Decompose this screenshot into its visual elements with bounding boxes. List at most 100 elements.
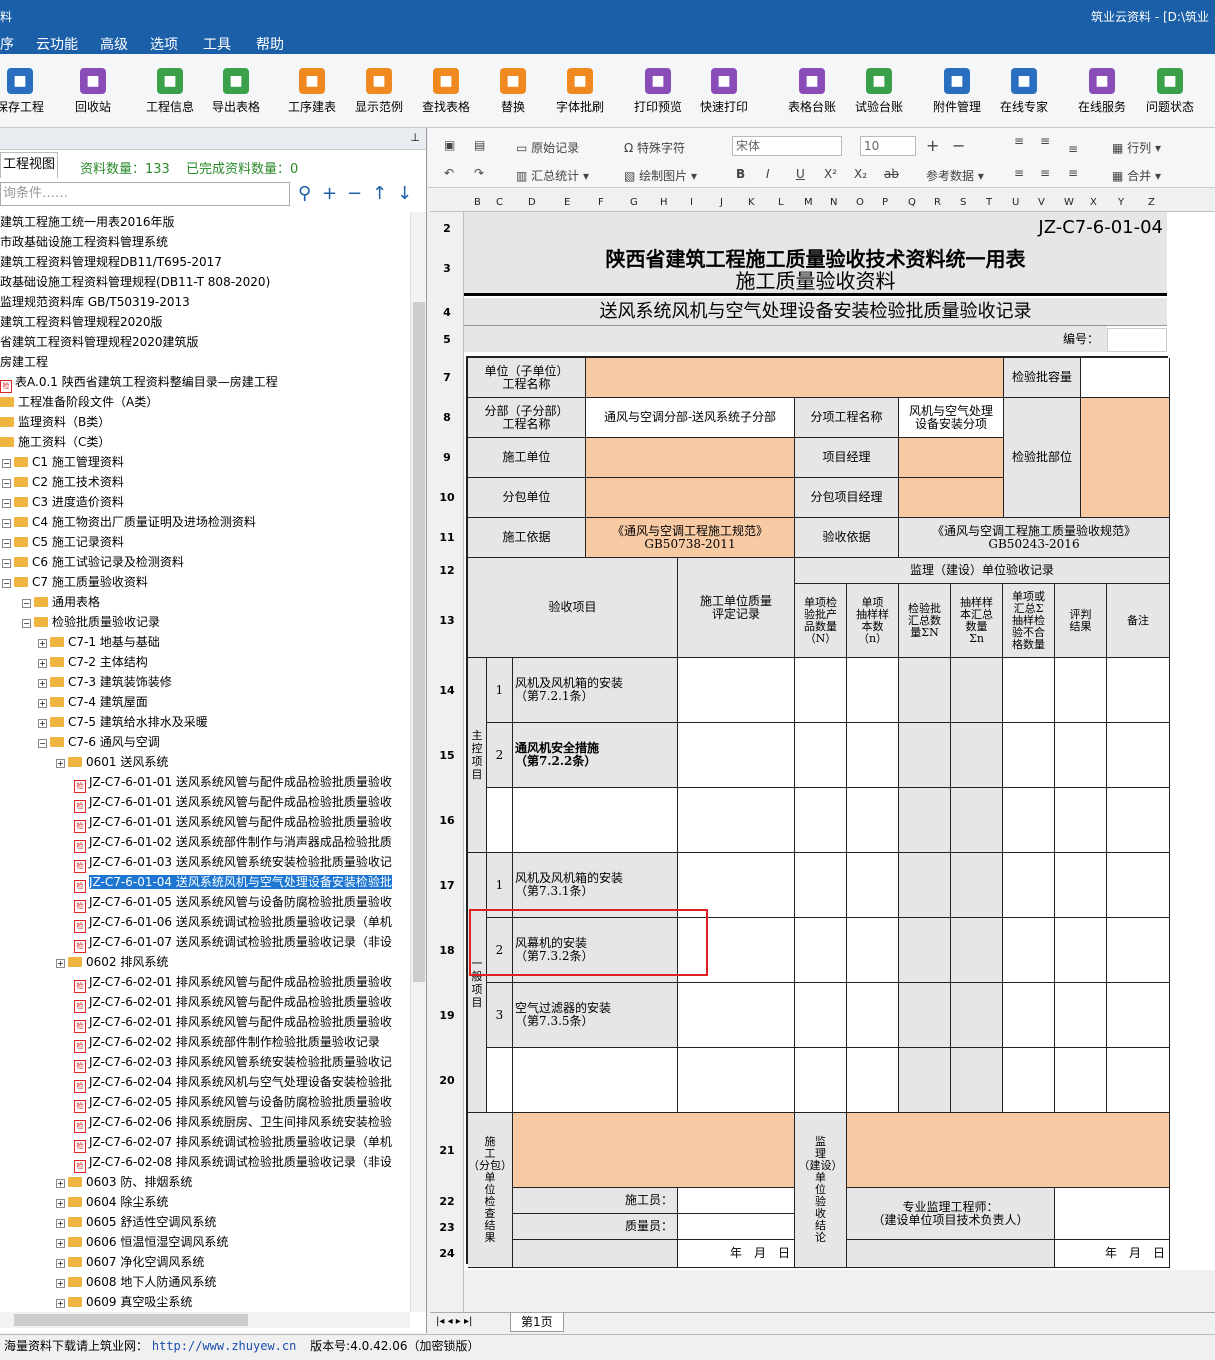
sheet-nav-icon[interactable]: |◂ ◂ ▸ ▸| xyxy=(436,1316,472,1327)
record-cell[interactable] xyxy=(1107,1048,1170,1113)
record-cell[interactable] xyxy=(1003,853,1055,918)
strikethrough-icon[interactable]: ab xyxy=(884,167,899,181)
row-header[interactable]: 18 xyxy=(430,944,464,957)
tree-node[interactable]: 工程准备阶段文件（A类） xyxy=(0,392,158,412)
merge-button[interactable]: ▦ 合并 ▾ xyxy=(1112,167,1161,184)
record-cell[interactable] xyxy=(847,1048,899,1113)
decrease-icon[interactable]: − xyxy=(952,136,965,155)
tree-node[interactable]: 检 JZ-C7-6-02-05 排风系统风管与设备防腐检验批质量验收 xyxy=(74,1092,392,1113)
column-header[interactable]: D xyxy=(528,197,536,208)
tree-node[interactable]: 建筑工程施工统一用表2016年版 xyxy=(0,212,175,232)
tree-node[interactable]: + C7-5 建筑给水排水及采暖 xyxy=(38,712,208,732)
undo-icon[interactable]: ↶ xyxy=(444,166,454,180)
row-header[interactable]: 2 xyxy=(430,222,464,235)
tree-node[interactable]: 房建工程 xyxy=(0,352,48,372)
record-cell[interactable] xyxy=(1003,918,1055,983)
column-header[interactable]: E xyxy=(564,197,570,208)
toolbar-button[interactable]: ■ 在线专家 xyxy=(994,68,1054,115)
row-header[interactable]: 21 xyxy=(430,1144,464,1157)
tree-node[interactable]: − C2 施工技术资料 xyxy=(2,472,124,492)
menu-item[interactable]: 帮助 xyxy=(256,34,284,54)
toolbar-button[interactable]: ■ 附件管理 xyxy=(927,68,987,115)
sub-pm-field[interactable] xyxy=(899,478,1004,518)
tree-node[interactable]: − 通用表格 xyxy=(22,592,100,612)
capacity-field[interactable] xyxy=(1081,358,1170,398)
record-cell[interactable] xyxy=(899,658,951,723)
align-top-icon[interactable]: ≡ xyxy=(1014,134,1024,148)
tree-node[interactable]: + C7-3 建筑装饰装修 xyxy=(38,672,172,692)
underline-icon[interactable]: U xyxy=(796,167,805,181)
expand-icon[interactable]: + xyxy=(38,639,47,648)
align-left-icon[interactable]: ≡ xyxy=(1014,166,1024,180)
expand-icon[interactable]: + xyxy=(38,699,47,708)
record-cell[interactable] xyxy=(795,723,847,788)
record-cell[interactable] xyxy=(951,983,1003,1048)
record-cell[interactable] xyxy=(899,788,951,853)
toolbar-button[interactable]: ■ 导出表格 xyxy=(206,68,266,115)
reference-data-button[interactable]: 参考数据 ▾ xyxy=(926,167,984,184)
column-header[interactable]: K xyxy=(748,197,755,208)
empty-cell[interactable] xyxy=(487,1048,513,1113)
tree-horizontal-scrollbar[interactable] xyxy=(0,1312,410,1328)
align-middle-icon[interactable]: ≡ xyxy=(1040,134,1050,148)
move-up-icon[interactable]: ↑ xyxy=(372,184,387,204)
record-cell[interactable] xyxy=(795,1048,847,1113)
redo-icon[interactable]: ↷ xyxy=(474,166,484,180)
tree-node[interactable]: +0606 恒温恒湿空调风系统 xyxy=(56,1232,228,1252)
tree-node[interactable]: + C7-2 主体结构 xyxy=(38,652,148,672)
row-header[interactable]: 22 xyxy=(430,1195,464,1208)
expand-icon[interactable]: − xyxy=(22,599,31,608)
tree-node[interactable]: 检 JZ-C7-6-02-01 排风系统风管与配件成品检验批质量验收 xyxy=(74,992,392,1013)
tree-node[interactable]: 监理资料（B类） xyxy=(0,412,110,432)
column-header[interactable]: C xyxy=(496,197,503,208)
record-cell[interactable] xyxy=(795,658,847,723)
bold-icon[interactable]: B xyxy=(736,167,745,181)
toolbar-button[interactable]: ■ 工程信息 xyxy=(140,68,200,115)
empty-cell[interactable] xyxy=(487,788,513,853)
toolbar-button[interactable]: ■ 问题状态 xyxy=(1140,68,1200,115)
empty-cell[interactable] xyxy=(513,1048,678,1113)
toolbar-button[interactable]: ■ 试验台账 xyxy=(849,68,909,115)
column-header[interactable]: W xyxy=(1064,197,1074,208)
record-cell[interactable] xyxy=(847,983,899,1048)
tree-node[interactable]: − C4 施工物资出厂质量证明及进场检测资料 xyxy=(2,512,256,532)
record-cell[interactable] xyxy=(795,918,847,983)
record-cell[interactable] xyxy=(1107,853,1170,918)
row-header[interactable]: 9 xyxy=(430,451,464,464)
align-center-icon[interactable]: ≡ xyxy=(1040,166,1050,180)
pin-icon[interactable]: ⊥ xyxy=(410,131,420,144)
toolbar-button[interactable]: ■ 字体批刷 xyxy=(550,68,610,115)
expand-icon[interactable]: − xyxy=(38,739,47,748)
tree-node[interactable]: +0608 地下人防通风系统 xyxy=(56,1272,216,1292)
record-cell[interactable] xyxy=(951,918,1003,983)
record-cell[interactable] xyxy=(1003,1048,1055,1113)
align-bottom-icon[interactable]: ≡ xyxy=(1068,142,1078,156)
expand-icon[interactable]: + xyxy=(56,1279,65,1288)
tree-node[interactable]: 检 JZ-C7-6-01-04 送风系统风机与空气处理设备安装检验批 xyxy=(74,872,392,893)
worker-field[interactable] xyxy=(678,1188,795,1214)
row-header[interactable]: 8 xyxy=(430,411,464,424)
column-header[interactable]: U xyxy=(1012,197,1019,208)
row-header[interactable]: 4 xyxy=(430,306,464,319)
tree-node[interactable]: 检 JZ-C7-6-01-07 送风系统调试检验批质量验收记录（非设 xyxy=(74,932,392,953)
expand-icon[interactable]: − xyxy=(2,459,11,468)
row-header[interactable]: 20 xyxy=(430,1074,464,1087)
expand-icon[interactable]: − xyxy=(2,499,11,508)
toolbar-button[interactable]: ■ 回收站 xyxy=(63,68,123,115)
toolbar-button[interactable]: ■ 查找表格 xyxy=(416,68,476,115)
record-cell[interactable] xyxy=(1055,788,1107,853)
basis-value[interactable]: 《通风与空调工程施工规范》 GB50738-2011 xyxy=(586,518,795,558)
form-subtitle[interactable]: 施工质量验收资料 xyxy=(464,270,1167,296)
expand-icon[interactable]: + xyxy=(56,1299,65,1308)
column-header[interactable]: M xyxy=(804,197,813,208)
expand-icon[interactable]: + xyxy=(56,1179,65,1188)
record-cell[interactable] xyxy=(951,1048,1003,1113)
tree-node[interactable]: 检 JZ-C7-6-02-01 排风系统风管与配件成品检验批质量验收 xyxy=(74,1012,392,1033)
row-header[interactable]: 13 xyxy=(430,614,464,627)
tree-node[interactable]: − C6 施工试验记录及检测资料 xyxy=(2,552,184,572)
status-link[interactable]: http://www.zhuyew.cn xyxy=(152,1339,297,1353)
record-cell[interactable] xyxy=(951,853,1003,918)
remove-icon[interactable]: − xyxy=(347,184,362,204)
original-record-button[interactable]: ▭ 原始记录 xyxy=(516,139,579,156)
record-cell[interactable] xyxy=(1003,658,1055,723)
